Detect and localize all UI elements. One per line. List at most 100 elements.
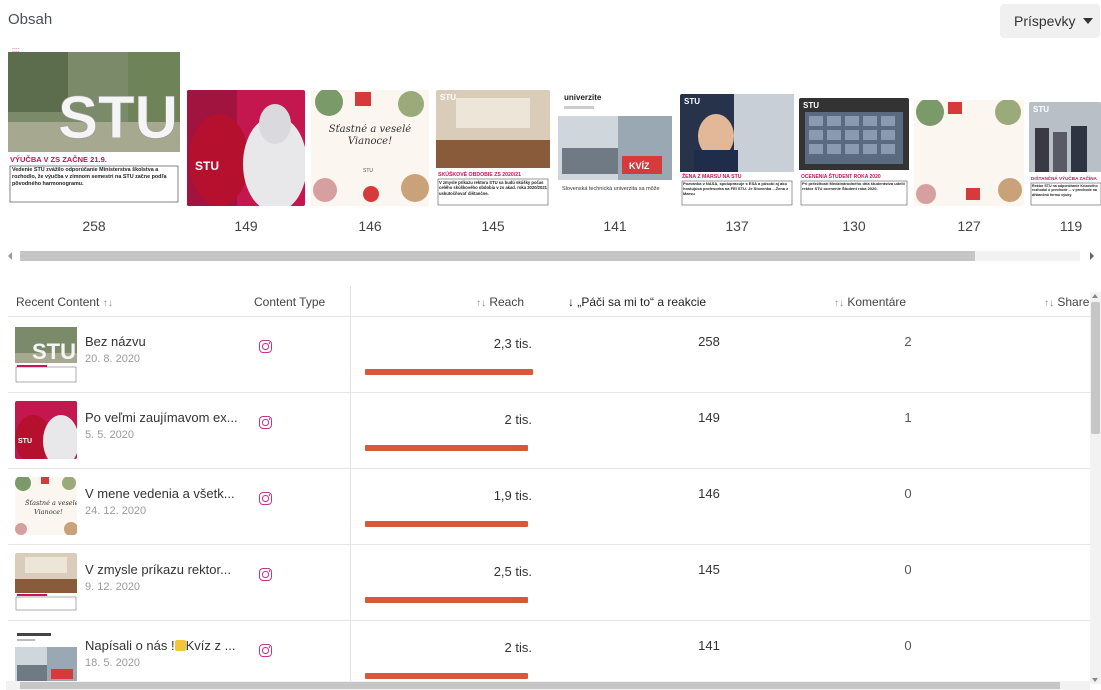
strip-post-5[interactable]: univerzite KVÍZ Slovenská technická univ…: [558, 44, 672, 244]
column-reach[interactable]: ↑↓ Reach: [476, 295, 524, 309]
svg-text:OCENENIA ŠTUDENT ROKA 2020: OCENENIA ŠTUDENT ROKA 2020: [801, 172, 881, 180]
comments-value: 2: [904, 334, 912, 349]
scrollbar-thumb[interactable]: [20, 251, 975, 261]
reach-bar: [365, 521, 528, 527]
table-row[interactable]: V zmysle príkazu rektor... 9. 12. 2020 2…: [8, 544, 1090, 620]
strip-value: 149: [234, 218, 258, 234]
svg-text:STU: STU: [363, 168, 373, 174]
svg-text:STU: STU: [32, 339, 76, 364]
dropdown-label: Príspevky: [1014, 13, 1076, 29]
reach-value: 2 tis.: [504, 640, 532, 655]
post-date: 9. 12. 2020: [85, 581, 141, 593]
post-thumbnail: STU ŽENA Z MARSU NA STU Pozvanka v NASA,…: [680, 94, 794, 206]
page-title: Obsah: [8, 11, 53, 28]
svg-text:::::: ::::: [12, 47, 20, 54]
table-row[interactable]: Šťastné a veselé Vianoce! V mene vedenia…: [8, 468, 1090, 544]
svg-text:STU: STU: [803, 101, 819, 110]
strip-post-4[interactable]: STU SKÚŠKOVÉ OBDOBIE ZS 2020/21 V zmysle…: [436, 44, 550, 244]
table-horizontal-scrollbar[interactable]: [6, 681, 1090, 690]
row-thumbnail: STU: [15, 401, 77, 459]
post-date: 20. 8. 2020: [85, 353, 141, 365]
post-date: 24. 12. 2020: [85, 505, 147, 517]
row-thumbnail: [15, 629, 77, 687]
column-shares[interactable]: ↑↓ Share: [1044, 295, 1089, 309]
svg-text:STU: STU: [684, 97, 700, 106]
scroll-left-icon[interactable]: [8, 252, 12, 260]
scrollbar-thumb[interactable]: [20, 682, 1060, 689]
caret-down-icon: [1083, 18, 1094, 24]
svg-text:Šťastné a veselé: Šťastné a veselé: [25, 498, 77, 507]
likes-value: 145: [698, 562, 720, 577]
sort-icon: ↑↓: [102, 298, 113, 309]
likes-value: 146: [698, 486, 720, 501]
strip-value: 137: [725, 218, 749, 234]
column-likes[interactable]: ↓ „Páči sa mi to“ a reakcie: [568, 295, 706, 309]
strip-horizontal-scrollbar[interactable]: [6, 248, 1096, 264]
svg-text:univerzite: univerzite: [564, 93, 602, 102]
post-thumbnail: STU OCENENIA ŠTUDENT ROKA 2020 Pri príle…: [799, 98, 909, 206]
scroll-right-icon[interactable]: [1090, 252, 1094, 260]
likes-value: 141: [698, 638, 720, 653]
reach-bar: [365, 369, 533, 375]
scroll-down-icon[interactable]: [1092, 678, 1098, 682]
post-title[interactable]: Po veľmi zaujímavom ex...: [85, 410, 245, 425]
post-title[interactable]: V mene vedenia a všetk...: [85, 486, 245, 501]
post-thumbnail: STU: [187, 90, 305, 206]
comments-value: 0: [904, 638, 912, 653]
reach-value: 2,5 tis.: [493, 564, 532, 579]
svg-text:STU: STU: [195, 159, 219, 173]
comments-value: 1: [904, 410, 912, 425]
svg-text:Vianoce!: Vianoce!: [34, 508, 63, 516]
post-thumbnail-strip: STU :::: VÝUČBA V ZS ZAČNE 21.9. Vedenie…: [0, 44, 1101, 244]
column-comments[interactable]: ↑↓ Komentáre: [834, 295, 906, 309]
strip-value: 145: [481, 218, 505, 234]
sort-desc-icon: ↓: [568, 295, 574, 309]
scrollbar-thumb[interactable]: [1091, 302, 1100, 434]
post-title[interactable]: Bez názvu: [85, 334, 245, 349]
post-title[interactable]: Napísali o nás ! Kvíz z ...: [85, 638, 245, 653]
scrollbar-track[interactable]: [20, 251, 1080, 261]
strip-value: 130: [842, 218, 866, 234]
table-row[interactable]: Napísali o nás ! Kvíz z ... 18. 5. 2020 2…: [8, 620, 1090, 690]
comments-value: 0: [904, 562, 912, 577]
column-content-type[interactable]: Content Type: [254, 295, 325, 309]
svg-text:SKÚŠKOVÉ OBDOBIE ZS 2020/21: SKÚŠKOVÉ OBDOBIE ZS 2020/21: [438, 170, 521, 178]
instagram-icon: [259, 644, 272, 657]
svg-text:STU: STU: [440, 93, 456, 102]
table-header: Recent Content ↑↓ Content Type ↑↓ Reach …: [0, 286, 1101, 316]
strip-post-7[interactable]: STU OCENENIA ŠTUDENT ROKA 2020 Pri príle…: [799, 44, 909, 244]
post-thumbnail: [914, 100, 1024, 206]
reach-bar: [365, 445, 528, 451]
table-vertical-scrollbar[interactable]: [1090, 292, 1101, 684]
reach-value: 1,9 tis.: [493, 488, 532, 503]
row-thumbnail: STU: [15, 325, 77, 383]
table-row[interactable]: STU Po veľmi zaujímavom ex... 5. 5. 2020…: [8, 392, 1090, 468]
svg-text:ŽENA Z MARSU NA STU: ŽENA Z MARSU NA STU: [682, 172, 742, 180]
instagram-icon: [259, 340, 272, 353]
post-date: 5. 5. 2020: [85, 429, 134, 441]
svg-text:STU: STU: [58, 84, 178, 151]
likes-value: 258: [698, 334, 720, 349]
strip-post-2[interactable]: STU 149: [187, 44, 305, 244]
content-type-dropdown[interactable]: Príspevky: [1000, 4, 1100, 38]
strip-post-1[interactable]: STU :::: VÝUČBA V ZS ZAČNE 21.9. Vedenie…: [8, 44, 180, 244]
strip-post-6[interactable]: STU ŽENA Z MARSU NA STU Pozvanka v NASA,…: [680, 44, 794, 244]
strip-value: 258: [82, 218, 106, 234]
instagram-icon: [259, 492, 272, 505]
strip-post-9[interactable]: STU DIŠTANČNÁ VÝUČBA ZAČÍNA Rektor STU n…: [1029, 44, 1101, 244]
strip-post-3[interactable]: Šťastné a veselé Vianoce! STU 146: [311, 44, 429, 244]
post-thumbnail: univerzite KVÍZ Slovenská technická univ…: [558, 90, 672, 206]
reach-value: 2 tis.: [504, 412, 532, 427]
row-thumbnail: [15, 553, 77, 611]
column-recent-content[interactable]: Recent Content ↑↓: [16, 295, 113, 309]
scroll-up-icon[interactable]: [1092, 294, 1098, 298]
strip-value: 119: [1059, 218, 1083, 234]
sort-icon: ↑↓: [476, 298, 486, 309]
table-row[interactable]: STU Bez názvu 20. 8. 2020 2,3 tis. 258 2: [8, 316, 1090, 392]
hand-emoji-icon: [174, 640, 186, 651]
post-date: 18. 5. 2020: [85, 657, 141, 669]
instagram-icon: [259, 568, 272, 581]
strip-post-8[interactable]: 127: [914, 44, 1024, 244]
post-title[interactable]: V zmysle príkazu rektor...: [85, 562, 245, 577]
reach-bar: [365, 673, 528, 679]
